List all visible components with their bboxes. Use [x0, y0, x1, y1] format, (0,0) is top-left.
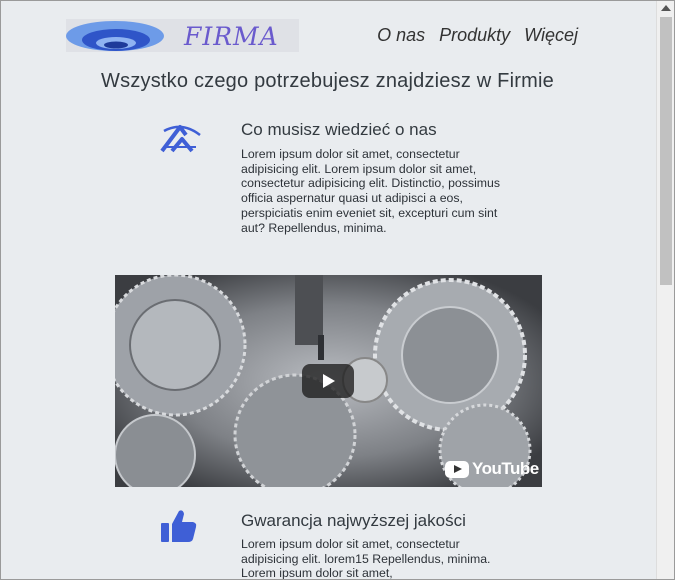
feature-text-quality: Lorem ipsum dolor sit amet, consectetur … — [241, 537, 491, 580]
vertical-scrollbar[interactable] — [656, 0, 675, 580]
feature-title-quality: Gwarancja najwyższej jakości — [241, 511, 466, 530]
scrollbar-thumb[interactable] — [660, 17, 672, 285]
nav-link-more[interactable]: Więcej — [524, 25, 578, 46]
scroll-up-arrow-icon[interactable] — [661, 5, 671, 11]
youtube-logo[interactable]: YouTube — [445, 459, 539, 479]
thumbs-up-icon — [161, 510, 197, 542]
youtube-play-icon — [445, 460, 469, 478]
company-logo-icon — [160, 125, 201, 153]
youtube-brand-text: YouTube — [472, 459, 539, 478]
logo-ellipse-icon — [66, 21, 164, 51]
page-headline: Wszystko czego potrzebujesz znajdziesz w… — [101, 70, 554, 92]
nav-link-products[interactable]: Produkty — [439, 25, 510, 46]
site-logo[interactable]: FIRMA — [66, 19, 299, 52]
feature-title-about: Co musisz wiedzieć o nas — [241, 120, 437, 139]
nav-link-about[interactable]: O nas — [377, 25, 425, 46]
video-play-button[interactable] — [302, 364, 354, 398]
feature-text-about: Lorem ipsum dolor sit amet, consectetur … — [241, 147, 501, 235]
page: FIRMA O nas Produkty Więcej Wszystko cze… — [0, 0, 655, 580]
logo-text: FIRMA — [184, 22, 279, 51]
main-nav: O nas Produkty Więcej — [377, 25, 578, 46]
